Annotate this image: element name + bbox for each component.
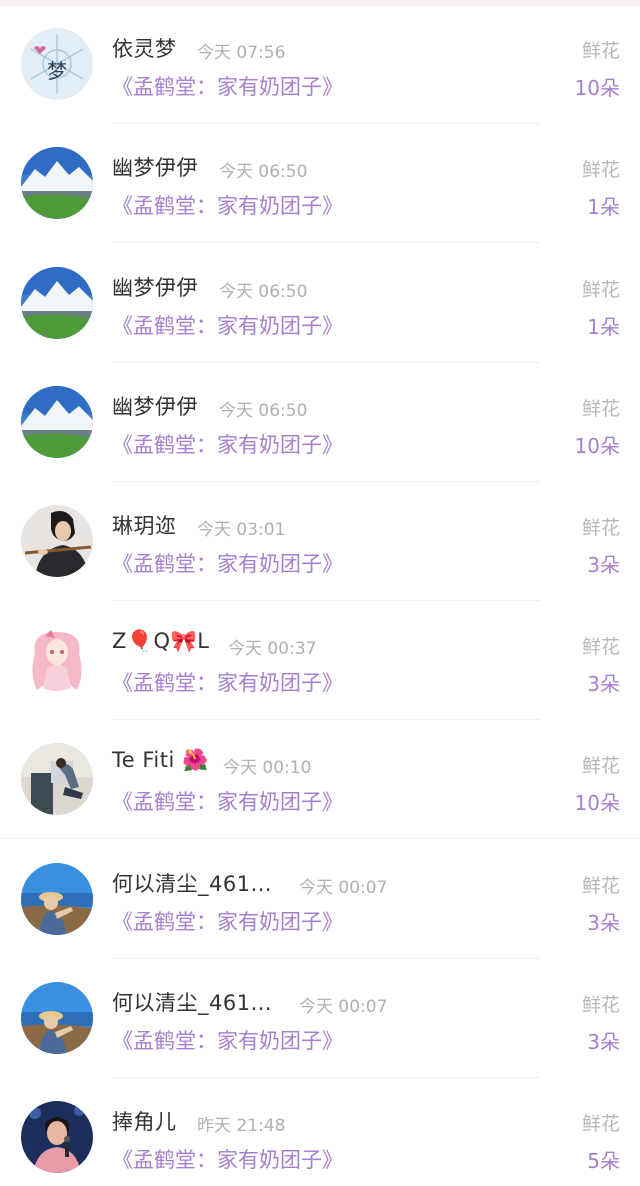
avatar-text: 梦 (47, 59, 67, 83)
gift-type: 鲜花 (581, 875, 620, 897)
flute-player-avatar[interactable] (21, 505, 93, 577)
sitting-figure-avatar[interactable] (21, 743, 93, 815)
book-title-link[interactable]: 《孟鹤堂：家有奶团子》 (112, 1144, 343, 1174)
timestamp: 今天 03:01 (197, 520, 286, 540)
username[interactable]: 幽梦伊伊 (112, 152, 198, 182)
list-item[interactable]: 幽梦伊伊 今天 06:50 《孟鹤堂：家有奶团子》 鲜花 1朵 (0, 244, 640, 363)
username[interactable]: 琳玥迩 (112, 510, 177, 540)
gift-type: 鲜花 (581, 636, 620, 658)
list-item[interactable]: Te Fiti 🌺 今天 00:10 《孟鹤堂：家有奶团子》 鲜花 10朵 (0, 720, 640, 839)
seaside-girl-avatar[interactable] (21, 982, 93, 1054)
timestamp: 今天 06:50 (219, 401, 308, 421)
timestamp: 今天 00:10 (223, 758, 312, 778)
singer-avatar[interactable] (21, 1101, 93, 1173)
gift-type: 鲜花 (581, 1113, 620, 1135)
divider (112, 242, 540, 243)
book-title-link[interactable]: 《孟鹤堂：家有奶团子》 (112, 786, 343, 816)
list-item[interactable]: 幽梦伊伊 今天 06:50 《孟鹤堂：家有奶团子》 鲜花 1朵 (0, 124, 640, 243)
divider (0, 838, 640, 839)
username[interactable]: 幽梦伊伊 (112, 272, 198, 302)
anime-girl-avatar[interactable] (21, 624, 93, 696)
book-title-link[interactable]: 《孟鹤堂：家有奶团子》 (112, 1025, 343, 1055)
gift-type: 鲜花 (581, 159, 620, 181)
book-title-link[interactable]: 《孟鹤堂：家有奶团子》 (112, 310, 343, 340)
book-title-link[interactable]: 《孟鹤堂：家有奶团子》 (112, 667, 343, 697)
list-item[interactable]: Z🎈Q🎀L 今天 00:37 《孟鹤堂：家有奶团子》 鲜花 3朵 (0, 601, 640, 720)
timestamp: 昨天 21:48 (197, 1116, 286, 1136)
list-item[interactable]: 何以清尘_461... 今天 00:07 《孟鹤堂：家有奶团子》 鲜花 3朵 (0, 959, 640, 1078)
gift-type: 鲜花 (581, 279, 620, 301)
gift-type: 鲜花 (581, 517, 620, 539)
gift-count: 10朵 (574, 434, 620, 458)
seaside-girl-avatar[interactable] (21, 863, 93, 935)
username[interactable]: 依灵梦 (112, 33, 177, 63)
timestamp: 今天 07:56 (197, 43, 286, 63)
timestamp: 今天 00:37 (228, 639, 317, 659)
gift-type: 鲜花 (581, 755, 620, 777)
gift-type: 鲜花 (581, 398, 620, 420)
timestamp: 今天 00:07 (299, 997, 388, 1017)
gift-count: 5朵 (587, 1149, 620, 1173)
username[interactable]: Z🎈Q🎀L (112, 629, 209, 654)
gift-count: 3朵 (587, 1030, 620, 1054)
mountain-avatar[interactable] (21, 267, 93, 339)
gift-count: 3朵 (587, 911, 620, 935)
gift-count: 10朵 (574, 76, 620, 100)
book-title-link[interactable]: 《孟鹤堂：家有奶团子》 (112, 71, 343, 101)
snowflake-avatar[interactable]: 梦 (21, 28, 93, 100)
gift-count: 3朵 (587, 553, 620, 577)
mountain-avatar[interactable] (21, 147, 93, 219)
username[interactable]: 何以清尘_461... (112, 868, 272, 898)
book-title-link[interactable]: 《孟鹤堂：家有奶团子》 (112, 429, 343, 459)
list-item[interactable]: 幽梦伊伊 今天 06:50 《孟鹤堂：家有奶团子》 鲜花 10朵 (0, 363, 640, 482)
gift-type: 鲜花 (581, 40, 620, 62)
book-title-link[interactable]: 《孟鹤堂：家有奶团子》 (112, 906, 343, 936)
list-item[interactable]: 何以清尘_461... 今天 00:07 《孟鹤堂：家有奶团子》 鲜花 3朵 (0, 840, 640, 959)
gift-count: 10朵 (574, 791, 620, 815)
timestamp: 今天 00:07 (299, 878, 388, 898)
timestamp: 今天 06:50 (219, 162, 308, 182)
username[interactable]: 幽梦伊伊 (112, 391, 198, 421)
list-item[interactable]: 琳玥迩 今天 03:01 《孟鹤堂：家有奶团子》 鲜花 3朵 (0, 482, 640, 601)
book-title-link[interactable]: 《孟鹤堂：家有奶团子》 (112, 548, 343, 578)
username[interactable]: 何以清尘_461... (112, 987, 272, 1017)
gift-count: 1朵 (587, 315, 620, 339)
username[interactable]: 捧角儿 (112, 1106, 177, 1136)
list-item[interactable]: 梦 依灵梦 今天 07:56 《孟鹤堂：家有奶团子》 鲜花 10朵 (0, 5, 640, 124)
mountain-avatar[interactable] (21, 386, 93, 458)
gift-type: 鲜花 (581, 994, 620, 1016)
username[interactable]: Te Fiti 🌺 (112, 748, 209, 773)
book-title-link[interactable]: 《孟鹤堂：家有奶团子》 (112, 190, 343, 220)
timestamp: 今天 06:50 (219, 282, 308, 302)
gift-count: 1朵 (587, 195, 620, 219)
list-item[interactable]: 捧角儿 昨天 21:48 《孟鹤堂：家有奶团子》 鲜花 5朵 (0, 1078, 640, 1186)
gift-count: 3朵 (587, 672, 620, 696)
